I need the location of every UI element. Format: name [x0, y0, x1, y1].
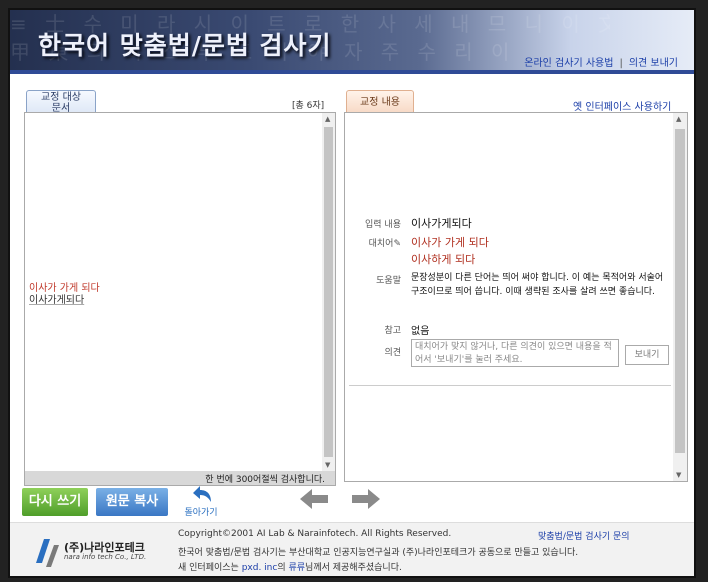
copy-original-button[interactable]: 원문 복사 [96, 488, 168, 516]
opinion-label: 의견 [384, 348, 401, 358]
scroll-up-icon[interactable]: ▲ [676, 115, 681, 123]
top-links: 온라인 검사기 사용법 | 의견 보내기 [524, 58, 678, 69]
scroll-up-icon[interactable]: ▲ [325, 115, 330, 123]
ref-label: 참고 [384, 326, 401, 336]
app-window: ≡ 士 수 미 라 시 이 트 로 한 사 세 내 므 니 이 文甲 東 의 의… [8, 8, 696, 578]
input-value: 이사가게되다 [411, 217, 472, 230]
arrow-left-icon [300, 489, 328, 509]
send-button[interactable]: 보내기 [625, 345, 669, 365]
old-interface-link[interactable]: 옛 인터페이스 사용하기 [573, 98, 671, 113]
document-panel[interactable]: 이사가 가게 되다 이사가게되다 ▲ ▼ 한 번에 300어절씩 검사합니다. [24, 112, 336, 486]
footer: (주)나라인포테크 nara info tech Co., LTD. Copyr… [10, 522, 694, 576]
howto-link[interactable]: 온라인 검사기 사용법 [524, 58, 613, 69]
copyright: Copyright©2001 AI Lab & Narainfotech. Al… [178, 529, 452, 539]
pxd-link[interactable]: pxd. inc [242, 563, 278, 573]
document-text[interactable]: 이사가 가게 되다 이사가게되다 [29, 283, 100, 307]
divider [349, 385, 671, 386]
footer-line-3: 새 인터페이스는 pxd. inc의 류류님께서 제공해주셨습니다. [178, 563, 402, 573]
scroll-thumb[interactable] [675, 129, 685, 453]
back-button[interactable]: 돌아가기 [176, 485, 226, 519]
scroll-down-icon[interactable]: ▼ [676, 471, 681, 479]
feedback-link[interactable]: 의견 보내기 [629, 58, 678, 69]
suggest-label: 대치어✎ [368, 239, 401, 249]
help-label: 도움말 [376, 276, 401, 286]
original-text[interactable]: 이사가게되다 [29, 295, 100, 307]
scroll-down-icon[interactable]: ▼ [325, 461, 330, 469]
ref-value: 없음 [411, 326, 430, 337]
right-scrollbar[interactable]: ▲ ▼ [673, 113, 687, 481]
scroll-thumb[interactable] [324, 127, 333, 457]
opinion-textarea[interactable]: 대치어가 맞지 않거나, 다른 의견이 있으면 내용을 적어서 '보내기'를 눌… [411, 339, 619, 367]
corrected-text: 이사가 가게 되다 [29, 283, 100, 294]
correction-panel: 입력 내용 이사가게되다 대치어✎ 이사가 가게 되다 이사하게 되다 도움말 … [344, 112, 688, 482]
next-arrow-button[interactable] [350, 488, 382, 514]
status-bar: 한 번에 300어절씩 검사합니다. [25, 471, 335, 485]
suggestion-1[interactable]: 이사가 가게 되다 [411, 234, 489, 250]
char-count: [총 6자] [292, 101, 325, 111]
logo-mark-icon [36, 539, 59, 567]
left-scrollbar[interactable]: ▲ ▼ [322, 113, 335, 471]
designer-link[interactable]: 류류 [288, 563, 305, 573]
input-label: 입력 내용 [365, 220, 401, 230]
arrow-right-icon [352, 489, 380, 509]
suggestion-2[interactable]: 이사하게 되다 [411, 251, 475, 267]
help-text: 문장성분이 다른 단어는 띄어 써야 합니다. 이 예는 목적어와 서술어 구조… [411, 273, 664, 297]
inquiry-link[interactable]: 맞춤법/문법 검사기 문의 [538, 529, 630, 542]
tab-target-document[interactable]: 교정 대상 문서 [26, 90, 96, 114]
page-title: 한국어 맞춤법/문법 검사기 [38, 31, 332, 60]
header-banner: ≡ 士 수 미 라 시 이 트 로 한 사 세 내 므 니 이 文甲 東 의 의… [10, 10, 694, 74]
company-logo[interactable]: (주)나라인포테크 nara info tech Co., LTD. [30, 531, 160, 571]
footer-line-2: 한국어 맞춤법/문법 검사기는 부산대학교 인공지능연구실과 (주)나라인포테크… [178, 548, 579, 558]
company-name-en: nara info tech Co., LTD. [64, 553, 147, 561]
rewrite-button[interactable]: 다시 쓰기 [22, 488, 88, 516]
prev-arrow-button[interactable] [298, 488, 330, 514]
pencil-icon: ✎ [393, 239, 401, 249]
tab-correction[interactable]: 교정 내용 [346, 90, 414, 114]
back-arrow-icon [193, 486, 211, 502]
